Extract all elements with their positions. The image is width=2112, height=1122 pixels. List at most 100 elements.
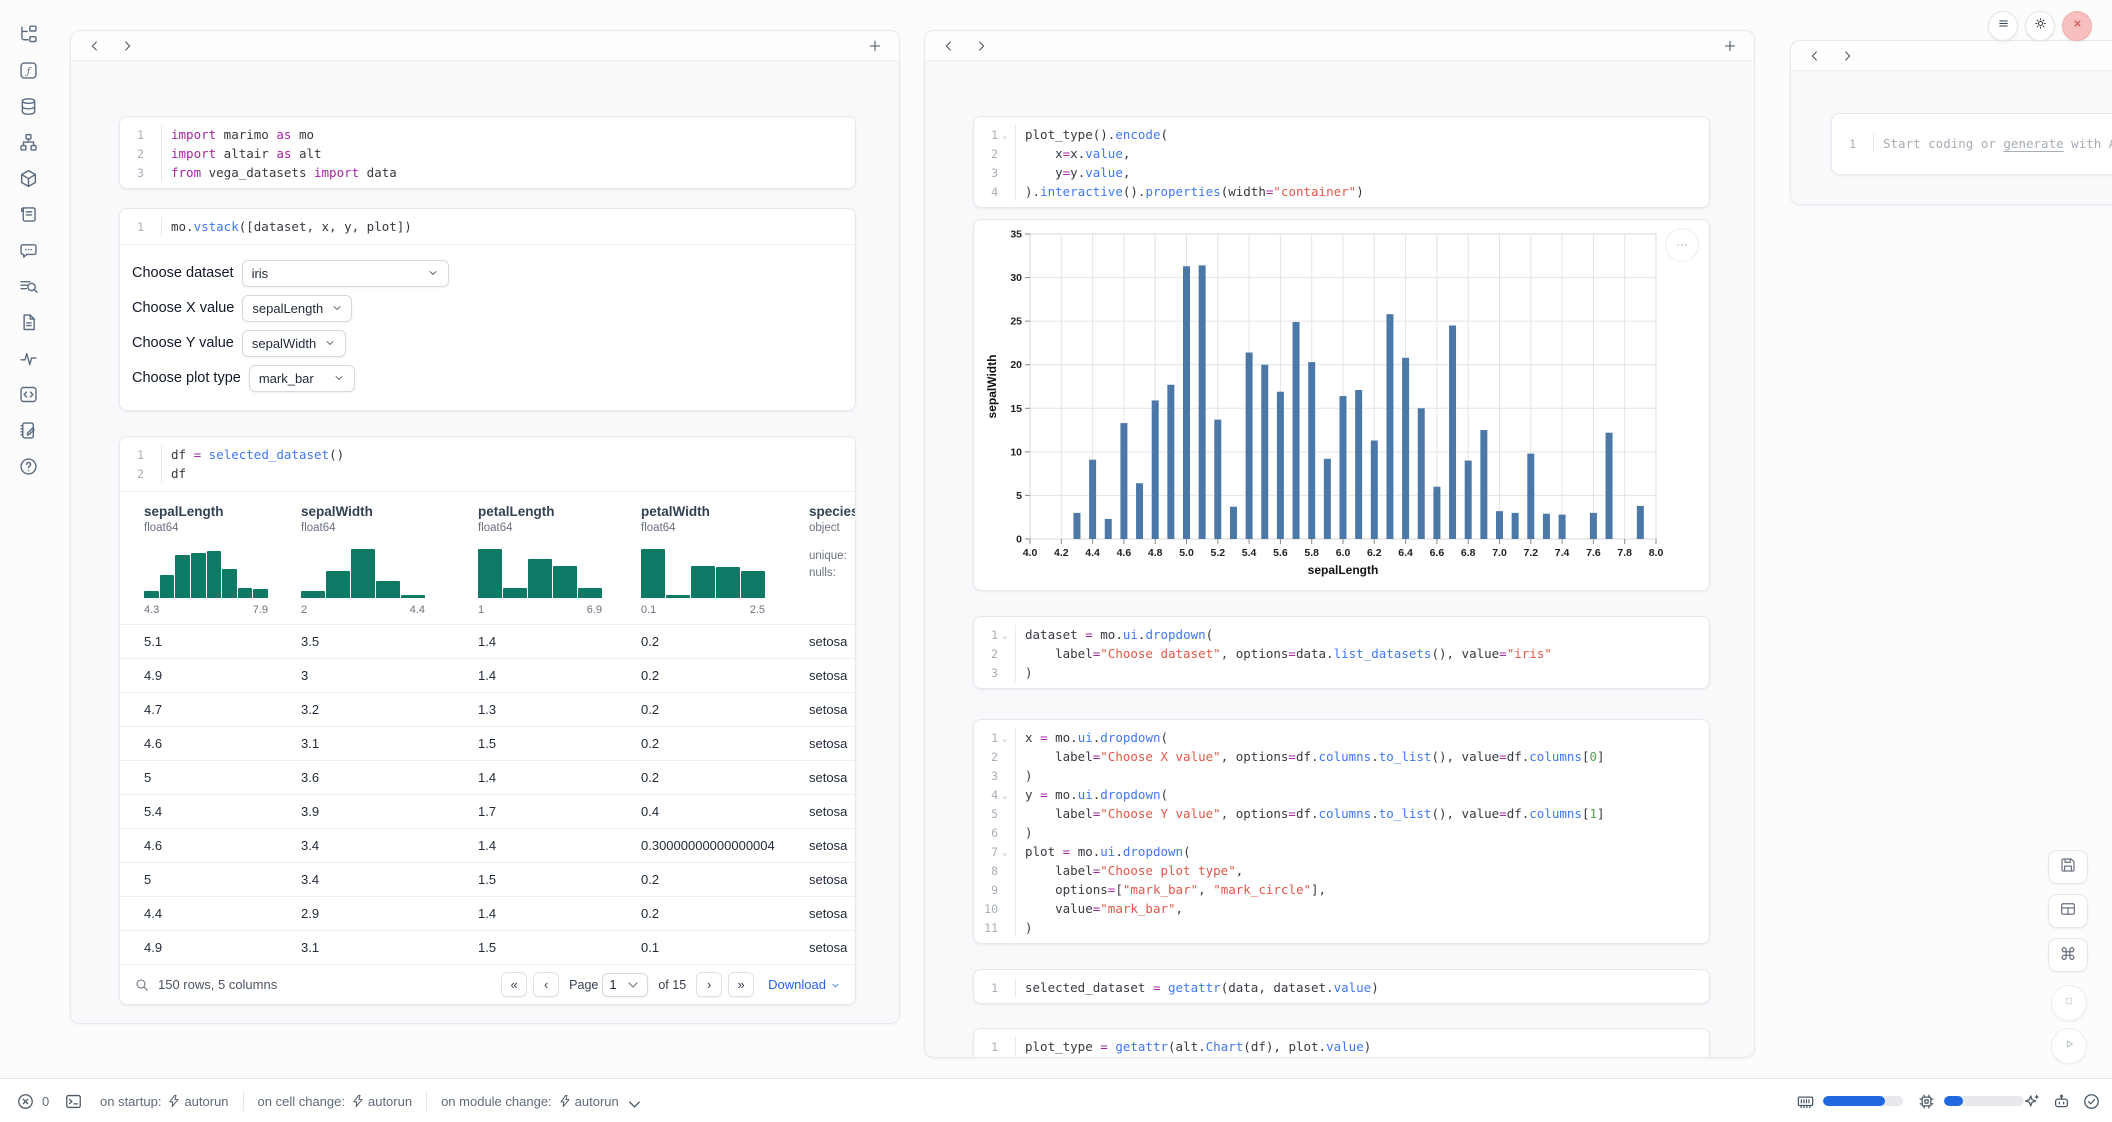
code-line[interactable]: y=y.value, (1016, 163, 1130, 182)
run-mode-value[interactable]: autorun (368, 1094, 412, 1109)
sidebar-database-icon[interactable] (12, 90, 44, 122)
code-line[interactable]: ) (1016, 823, 1033, 842)
column-header[interactable]: speciesobjectunique:nulls: (809, 504, 855, 616)
code-line[interactable]: ) (1016, 663, 1033, 682)
code-line[interactable]: df = selected_dataset() (162, 445, 344, 464)
code-line[interactable]: x = mo.ui.dropdown( (1016, 728, 1168, 747)
settings-button[interactable] (2025, 11, 2055, 41)
code-line[interactable]: dataset = mo.ui.dropdown( (1016, 625, 1213, 644)
code-line[interactable]: from vega_datasets import data (162, 163, 397, 182)
table-row[interactable]: 4.63.11.50.2setosa (120, 726, 855, 760)
code-line[interactable]: label="Choose dataset", options=data.lis… (1016, 644, 1552, 663)
column-prev-icon[interactable] (941, 38, 957, 54)
sidebar-file-tree-icon[interactable] (12, 18, 44, 50)
selected-dataset-cell[interactable]: 1selected_dataset = getattr(data, datase… (973, 969, 1710, 1004)
column-header[interactable]: petalWidthfloat640.12.5 (641, 504, 809, 616)
sidebar-package-icon[interactable] (12, 162, 44, 194)
code-line[interactable]: label="Choose plot type", (1016, 861, 1243, 880)
stop-button[interactable] (2051, 985, 2087, 1021)
ai-button[interactable] (2022, 1079, 2041, 1122)
code-line[interactable]: y = mo.ui.dropdown( (1016, 785, 1168, 804)
code-line[interactable]: label="Choose Y value", options=df.colum… (1016, 804, 1605, 823)
dataframe-cell[interactable]: 1df = selected_dataset()2dfsepalLengthfl… (119, 436, 856, 1005)
vstack-cell[interactable]: 1mo.vstack([dataset, x, y, plot])Choose … (119, 208, 856, 411)
code-line[interactable]: x=x.value, (1016, 144, 1130, 163)
code-line[interactable]: mo.vstack([dataset, x, y, plot]) (162, 217, 412, 236)
sidebar-scratchpad-icon[interactable] (12, 414, 44, 446)
sidebar-snippets-icon[interactable] (12, 306, 44, 338)
code-line[interactable]: ).interactive().properties(width="contai… (1016, 182, 1364, 201)
dataset-select[interactable]: iris (242, 260, 449, 287)
prev-page-button[interactable]: ‹ (533, 972, 559, 997)
code-line[interactable]: selected_dataset = getattr(data, dataset… (1016, 978, 1379, 997)
plot-type-select[interactable]: mark_bar (249, 365, 355, 392)
table-row[interactable]: 5.13.51.40.2setosa (120, 624, 855, 658)
table-row[interactable]: 4.931.40.2setosa (120, 658, 855, 692)
code-line[interactable]: import altair as alt (162, 144, 322, 163)
generate-link[interactable]: generate (2003, 136, 2063, 151)
chart-output-cell[interactable]: 4.04.24.44.64.85.05.25.45.65.86.06.26.46… (973, 219, 1710, 591)
code-line[interactable]: ) (1016, 918, 1033, 937)
run-button[interactable] (2051, 1028, 2087, 1064)
runtime-status-button[interactable] (2082, 1079, 2101, 1122)
download-button[interactable]: Download (768, 977, 841, 992)
chatbot-button[interactable] (2052, 1079, 2071, 1122)
menu-button[interactable] (1988, 11, 2018, 41)
terminal-button[interactable] (64, 1079, 83, 1122)
save-button[interactable] (2048, 850, 2088, 884)
plot-type-cell[interactable]: 1plot_type = getattr(alt.Chart(df), plot… (973, 1028, 1710, 1058)
xy-plot-dropdowns-cell[interactable]: 1⌄x = mo.ui.dropdown(2 label="Choose X v… (973, 719, 1710, 944)
sidebar-chat-icon[interactable] (12, 234, 44, 266)
column-prev-icon[interactable] (1807, 48, 1823, 64)
y-value-select[interactable]: sepalWidth (242, 330, 346, 357)
sidebar-code-icon[interactable] (12, 378, 44, 410)
table-row[interactable]: 53.41.50.2setosa (120, 862, 855, 896)
code-line[interactable]: options=["mark_bar", "mark_circle"], (1016, 880, 1326, 899)
sidebar-script-icon[interactable] (12, 198, 44, 230)
column-header[interactable]: sepalWidthfloat6424.4 (301, 504, 478, 616)
layout-button[interactable] (2048, 894, 2088, 928)
column-prev-icon[interactable] (87, 38, 103, 54)
add-cell-icon[interactable] (867, 38, 883, 54)
error-indicator[interactable]: 0 (16, 1079, 49, 1122)
code-line[interactable]: df (162, 464, 186, 483)
next-page-button[interactable]: › (696, 972, 722, 997)
command-palette-button[interactable]: ⌘ (2048, 938, 2088, 972)
column-header[interactable]: petalLengthfloat6416.9 (478, 504, 641, 616)
table-row[interactable]: 4.42.91.40.2setosa (120, 896, 855, 930)
sidebar-tracing-icon[interactable] (12, 342, 44, 374)
x-value-select[interactable]: sepalLength (242, 295, 352, 322)
chart-options-button[interactable] (1665, 228, 1699, 262)
bar-chart[interactable]: 4.04.24.44.64.85.05.25.45.65.86.06.26.46… (980, 222, 1700, 588)
column-next-icon[interactable] (973, 38, 989, 54)
plot-encode-cell[interactable]: 1⌄plot_type().encode(2 x=x.value,3 y=y.v… (973, 116, 1710, 208)
column-header[interactable]: sepalLengthfloat644.37.9 (144, 504, 301, 616)
first-page-button[interactable]: « (501, 972, 527, 997)
code-placeholder[interactable]: Start coding or generate with AI (1874, 134, 2112, 153)
code-line[interactable]: ) (1016, 766, 1033, 785)
code-line[interactable]: plot_type = getattr(alt.Chart(df), plot.… (1016, 1037, 1371, 1056)
search-icon[interactable] (134, 977, 150, 993)
empty-code-cell[interactable]: 1 Start coding or generate with AI (1831, 113, 2112, 175)
run-mode-value[interactable]: autorun (184, 1094, 228, 1109)
last-page-button[interactable]: » (728, 972, 754, 997)
code-line[interactable]: plot_type().encode( (1016, 125, 1168, 144)
code-line[interactable]: plot = mo.ui.dropdown( (1016, 842, 1191, 861)
table-row[interactable]: 53.61.40.2setosa (120, 760, 855, 794)
column-next-icon[interactable] (119, 38, 135, 54)
table-row[interactable]: 4.63.41.40.30000000000000004setosa (120, 828, 855, 862)
run-mode-value[interactable]: autorun (575, 1094, 619, 1109)
table-row[interactable]: 4.93.11.50.1setosa (120, 930, 855, 964)
page-select[interactable]: 1 (602, 973, 648, 997)
sidebar-dependency-graph-icon[interactable] (12, 126, 44, 158)
dataset-dropdown-cell[interactable]: 1⌄dataset = mo.ui.dropdown(2 label="Choo… (973, 616, 1710, 689)
table-row[interactable]: 4.73.21.30.2setosa (120, 692, 855, 726)
add-cell-icon[interactable] (1722, 38, 1738, 54)
imports-cell[interactable]: 1import marimo as mo2import altair as al… (119, 116, 856, 189)
sidebar-help-icon[interactable] (12, 450, 44, 482)
sidebar-function-icon[interactable]: ƒ (12, 54, 44, 86)
sidebar-logs-icon[interactable] (12, 270, 44, 302)
table-row[interactable]: 5.43.91.70.4setosa (120, 794, 855, 828)
code-line[interactable]: label="Choose X value", options=df.colum… (1016, 747, 1605, 766)
code-line[interactable]: value="mark_bar", (1016, 899, 1183, 918)
